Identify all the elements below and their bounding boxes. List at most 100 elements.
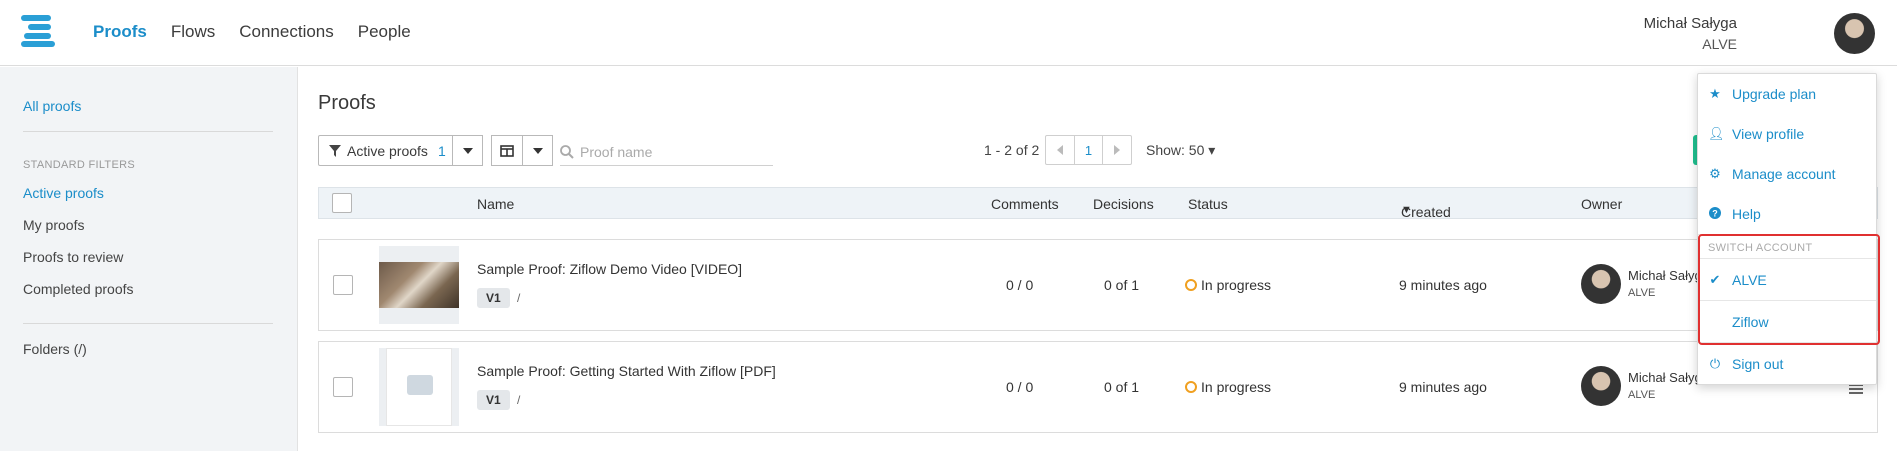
comments-count: 0 / 0	[1006, 277, 1034, 293]
status-badge: In progress	[1185, 277, 1271, 293]
sidebar-item-completed-proofs[interactable]: Completed proofs	[23, 281, 134, 297]
status-label: In progress	[1201, 277, 1272, 293]
help-icon: ?	[1708, 206, 1722, 222]
star-icon: ★	[1709, 86, 1721, 101]
view-profile-label: View profile	[1732, 126, 1805, 142]
table-row[interactable]: Sample Proof: Getting Started With Ziflo…	[318, 341, 1878, 433]
help-item[interactable]: ? Help	[1698, 194, 1876, 234]
proof-thumbnail[interactable]	[379, 246, 459, 324]
folder-path[interactable]: /	[517, 291, 520, 305]
column-owner[interactable]: Owner	[1581, 196, 1622, 212]
nav-people[interactable]: People	[358, 22, 411, 42]
switch-account-highlight	[1698, 234, 1880, 345]
table-layout-icon	[500, 144, 514, 157]
pagination-summary: 1 - 2 of 2	[984, 142, 1040, 158]
next-page-button[interactable]	[1103, 136, 1131, 164]
user-name: Michał Sałyga	[1643, 15, 1737, 32]
manage-account-label: Manage account	[1732, 166, 1836, 182]
clock-icon	[1185, 279, 1197, 291]
decisions-count: 0 of 1	[1104, 277, 1140, 293]
sidebar-item-all-proofs[interactable]: All proofs	[23, 98, 81, 114]
page-title: Proofs	[318, 92, 376, 114]
table-header: Name Comments Decisions Status Created ▼…	[318, 187, 1878, 220]
proof-name[interactable]: Sample Proof: Getting Started With Ziflo…	[477, 363, 776, 379]
sign-out-item[interactable]: ⏻ Sign out	[1698, 344, 1876, 384]
created-time: 9 minutes ago	[1399, 379, 1487, 395]
chevron-left-icon	[1057, 145, 1063, 155]
pagination: 1	[1045, 135, 1132, 165]
filter-button[interactable]: Active proofs 1	[318, 135, 453, 166]
pdf-thumbnail-image	[386, 348, 452, 426]
nav-flows[interactable]: Flows	[171, 22, 215, 42]
manage-account-item[interactable]: ⚙ Manage account	[1698, 154, 1876, 194]
avatar[interactable]	[1834, 13, 1875, 54]
main-nav: Proofs Flows Connections People	[93, 22, 411, 42]
version-badge: V1	[477, 390, 510, 410]
filter-count-badge: 1	[437, 142, 446, 159]
standard-filters-heading: STANDARD FILTERS	[23, 159, 135, 171]
page-number[interactable]: 1	[1074, 136, 1103, 164]
ziflow-logo-icon[interactable]	[21, 15, 55, 47]
proof-name[interactable]: Sample Proof: Ziflow Demo Video [VIDEO]	[477, 261, 742, 277]
select-all-checkbox[interactable]	[332, 193, 352, 213]
sidebar-item-my-proofs[interactable]: My proofs	[23, 217, 84, 233]
top-navigation-bar: Proofs Flows Connections People Michał S…	[0, 0, 1897, 66]
row-checkbox[interactable]	[333, 275, 353, 295]
user-org: ALVE	[1702, 36, 1737, 52]
column-status[interactable]: Status	[1188, 196, 1228, 212]
gear-icon: ⚙	[1709, 166, 1721, 181]
search-input[interactable]	[580, 143, 760, 160]
status-label: In progress	[1201, 379, 1272, 395]
status-badge: In progress	[1185, 379, 1271, 395]
filter-dropdown-button[interactable]	[452, 135, 483, 166]
sidebar-item-active-proofs[interactable]: Active proofs	[23, 185, 104, 201]
version-badge: V1	[477, 288, 510, 308]
power-icon: ⏻	[1709, 356, 1721, 371]
svg-text:?: ?	[1712, 208, 1718, 218]
comments-count: 0 / 0	[1006, 379, 1034, 395]
prev-page-button[interactable]	[1046, 136, 1074, 164]
column-comments[interactable]: Comments	[991, 196, 1059, 212]
owner-avatar	[1581, 264, 1621, 304]
owner-org: ALVE	[1628, 389, 1656, 401]
sidebar-item-proofs-to-review[interactable]: Proofs to review	[23, 249, 123, 265]
created-time: 9 minutes ago	[1399, 277, 1487, 293]
owner-avatar	[1581, 366, 1621, 406]
column-decisions[interactable]: Decisions	[1093, 196, 1154, 212]
layout-dropdown-button[interactable]	[522, 135, 553, 166]
chevron-right-icon	[1114, 145, 1120, 155]
nav-proofs[interactable]: Proofs	[93, 22, 147, 42]
owner-org: ALVE	[1628, 287, 1656, 299]
page-size-select[interactable]: Show: 50 ▾	[1146, 142, 1215, 159]
search-icon	[560, 144, 574, 159]
video-thumbnail-image	[379, 262, 459, 308]
row-menu-icon[interactable]	[1849, 384, 1863, 394]
nav-connections[interactable]: Connections	[239, 22, 334, 42]
divider	[23, 323, 273, 324]
caret-down-icon	[462, 147, 473, 154]
folder-path[interactable]: /	[517, 393, 520, 407]
proof-thumbnail[interactable]	[379, 348, 459, 426]
upgrade-plan-item[interactable]: ★ Upgrade plan	[1698, 74, 1876, 114]
owner-name: Michał Sałyg	[1628, 268, 1702, 283]
caret-down-icon	[532, 147, 543, 154]
user-icon: 👤︎	[1708, 126, 1725, 141]
clock-icon	[1185, 381, 1197, 393]
filter-label: Active proofs	[347, 142, 428, 159]
view-layout-button[interactable]	[491, 135, 523, 166]
sidebar-item-folders[interactable]: Folders (/)	[23, 341, 87, 357]
help-label: Help	[1732, 206, 1761, 222]
page-size-label: Show: 50	[1146, 142, 1205, 158]
column-name[interactable]: Name	[477, 196, 514, 212]
sidebar: All proofs STANDARD FILTERS Active proof…	[0, 67, 298, 451]
divider	[23, 131, 273, 132]
user-menu[interactable]: Michał Sałyga ALVE	[1644, 14, 1737, 54]
filter-icon	[329, 144, 341, 157]
view-profile-item[interactable]: 👤︎ View profile	[1698, 114, 1876, 154]
decisions-count: 0 of 1	[1104, 379, 1140, 395]
owner-name: Michał Sałyg	[1628, 370, 1702, 385]
caret-down-icon: ▾	[1208, 142, 1216, 158]
table-row[interactable]: Sample Proof: Ziflow Demo Video [VIDEO] …	[318, 239, 1878, 331]
proof-search	[560, 138, 773, 166]
row-checkbox[interactable]	[333, 377, 353, 397]
